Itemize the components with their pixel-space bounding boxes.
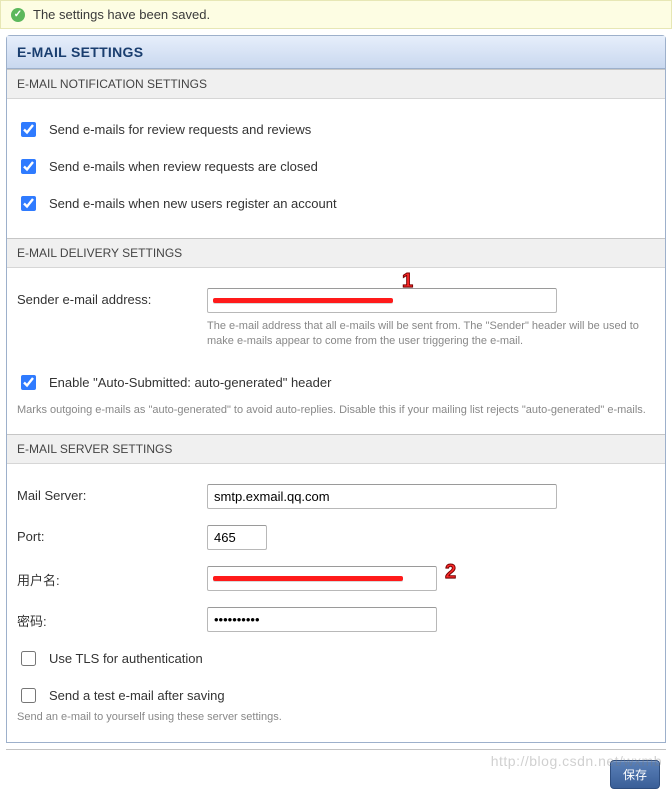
checkbox-requests-closed[interactable] — [21, 159, 36, 174]
mail-server-input[interactable] — [207, 484, 557, 509]
alert-text: The settings have been saved. — [33, 7, 210, 22]
check-label: Send a test e-mail after saving — [49, 688, 225, 703]
port-input[interactable] — [207, 525, 267, 550]
checkbox-auto-submitted[interactable] — [21, 375, 36, 390]
section-header-server: E-MAIL SERVER SETTINGS — [7, 435, 665, 464]
checkbox-use-tls[interactable] — [21, 651, 36, 666]
check-new-users[interactable]: Send e-mails when new users register an … — [17, 185, 655, 222]
password-label: 密码: — [17, 607, 197, 630]
check-label: Send e-mails when new users register an … — [49, 196, 337, 211]
check-circle-icon: ✓ — [11, 8, 25, 22]
port-label: Port: — [17, 525, 197, 544]
callout-2: 2 — [445, 561, 456, 584]
username-label: 用户名: — [17, 566, 197, 589]
checkbox-review-requests[interactable] — [21, 122, 36, 137]
section-server: E-MAIL SERVER SETTINGS Mail Server: Port… — [7, 434, 665, 741]
sender-email-input[interactable] — [207, 288, 557, 313]
check-label: Send e-mails when review requests are cl… — [49, 159, 318, 174]
check-label: Send e-mails for review requests and rev… — [49, 122, 311, 137]
panel-title: E-MAIL SETTINGS — [7, 36, 665, 69]
footer: 保存 — [6, 749, 666, 799]
check-requests-closed[interactable]: Send e-mails when review requests are cl… — [17, 148, 655, 185]
checkbox-new-users[interactable] — [21, 196, 36, 211]
section-header-notification: E-MAIL NOTIFICATION SETTINGS — [7, 70, 665, 99]
checkbox-send-test[interactable] — [21, 688, 36, 703]
username-input[interactable] — [207, 566, 437, 591]
save-button[interactable]: 保存 — [610, 760, 660, 789]
check-send-test[interactable]: Send a test e-mail after saving — [17, 677, 655, 708]
section-notification: E-MAIL NOTIFICATION SETTINGS Send e-mail… — [7, 69, 665, 238]
password-input[interactable] — [207, 607, 437, 632]
sender-email-label: Sender e-mail address: — [17, 288, 197, 307]
auto-submitted-help: Marks outgoing e-mails as "auto-generate… — [17, 403, 655, 418]
sender-email-help: The e-mail address that all e-mails will… — [207, 319, 655, 350]
check-review-requests[interactable]: Send e-mails for review requests and rev… — [17, 111, 655, 148]
mail-server-label: Mail Server: — [17, 484, 197, 503]
section-delivery: E-MAIL DELIVERY SETTINGS Sender e-mail a… — [7, 238, 665, 434]
check-use-tls[interactable]: Use TLS for authentication — [17, 640, 655, 677]
check-label: Enable "Auto-Submitted: auto-generated" … — [49, 375, 331, 390]
send-test-help: Send an e-mail to yourself using these s… — [17, 710, 655, 725]
alert-success: ✓ The settings have been saved. — [0, 0, 672, 29]
email-settings-panel: E-MAIL SETTINGS E-MAIL NOTIFICATION SETT… — [6, 35, 666, 743]
check-auto-submitted[interactable]: Enable "Auto-Submitted: auto-generated" … — [17, 364, 655, 401]
check-label: Use TLS for authentication — [49, 651, 203, 666]
section-header-delivery: E-MAIL DELIVERY SETTINGS — [7, 239, 665, 268]
